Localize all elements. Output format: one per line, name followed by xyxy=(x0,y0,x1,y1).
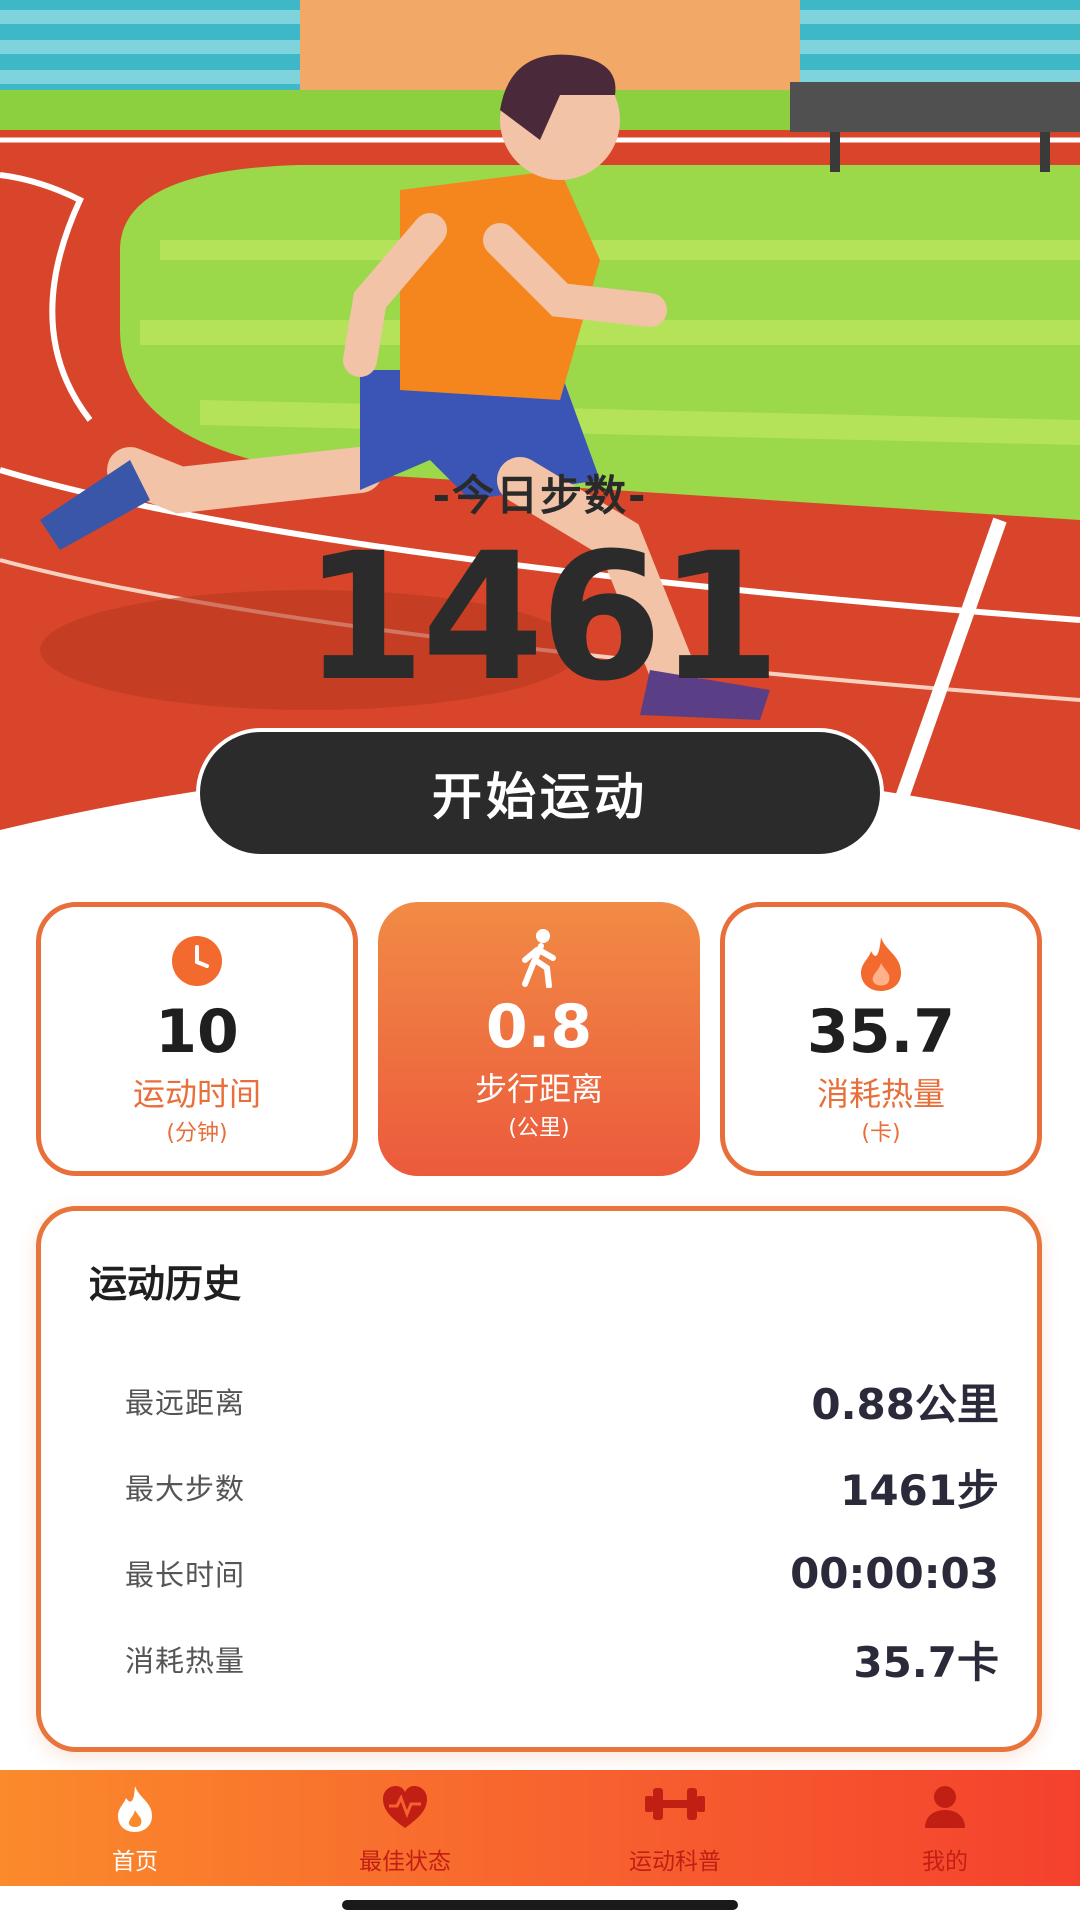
stat-unit: (公里) xyxy=(508,1116,570,1141)
stat-value: 35.7 xyxy=(806,997,956,1067)
stat-unit: (卡) xyxy=(861,1121,901,1146)
history-key: 最远距离 xyxy=(125,1386,246,1420)
history-value: 00:00:03 xyxy=(790,1548,999,1598)
history-value: 1461步 xyxy=(840,1465,999,1515)
walk-icon xyxy=(378,928,700,988)
history-value: 0.88公里 xyxy=(811,1379,999,1429)
history-row: 最大步数 1461步 xyxy=(125,1457,999,1517)
history-key: 最大步数 xyxy=(125,1472,246,1506)
exercise-history-card: 运动历史 最远距离 0.88公里 最大步数 1461步 最长时间 00:00:0… xyxy=(36,1206,1042,1752)
history-key: 最长时间 xyxy=(125,1558,246,1592)
tab-label: 最佳状态 xyxy=(359,1849,451,1875)
stat-card-walk-distance[interactable]: 0.8 步行距离 (公里) xyxy=(378,902,700,1176)
history-row: 最长时间 00:00:03 xyxy=(125,1543,999,1603)
clock-icon xyxy=(41,933,353,989)
today-steps-count: 1461 xyxy=(303,515,781,720)
flame-icon xyxy=(725,933,1037,991)
person-icon xyxy=(810,1784,1080,1834)
tab-label: 我的 xyxy=(922,1849,968,1875)
tab-profile[interactable]: 我的 xyxy=(810,1770,1080,1886)
tab-label: 运动科普 xyxy=(629,1849,721,1875)
flame-icon xyxy=(0,1784,270,1834)
stat-unit: (分钟) xyxy=(166,1121,228,1146)
stat-label: 消耗热量 xyxy=(816,1075,945,1113)
tab-label: 首页 xyxy=(112,1849,158,1875)
bottom-tab-bar: 首页 最佳状态 运动科普 我的 xyxy=(0,1770,1080,1886)
home-indicator[interactable] xyxy=(342,1900,738,1910)
history-title: 运动历史 xyxy=(89,1262,242,1306)
stat-label: 步行距离 xyxy=(474,1070,603,1108)
start-exercise-button[interactable]: 开始运动 xyxy=(196,728,884,858)
history-row: 最远距离 0.88公里 xyxy=(125,1371,999,1431)
history-row: 消耗热量 35.7卡 xyxy=(125,1629,999,1689)
tab-sports-science[interactable]: 运动科普 xyxy=(540,1770,810,1886)
stat-label: 运动时间 xyxy=(132,1075,261,1113)
stat-value: 10 xyxy=(155,997,239,1067)
history-value: 35.7卡 xyxy=(853,1637,999,1687)
heart-pulse-icon xyxy=(270,1784,540,1834)
dumbbell-icon xyxy=(540,1784,810,1834)
stat-value: 0.8 xyxy=(485,992,593,1062)
history-key: 消耗热量 xyxy=(125,1644,246,1678)
tab-best-status[interactable]: 最佳状态 xyxy=(270,1770,540,1886)
today-steps-label: -今日步数- xyxy=(432,471,648,520)
app-screen: -今日步数- 1461 开始运动 10 运动时间 (分钟) 0.8 步行距离 (… xyxy=(0,0,1080,1920)
stat-card-exercise-time[interactable]: 10 运动时间 (分钟) xyxy=(36,902,358,1176)
tab-home[interactable]: 首页 xyxy=(0,1770,270,1886)
stat-card-calories[interactable]: 35.7 消耗热量 (卡) xyxy=(720,902,1042,1176)
